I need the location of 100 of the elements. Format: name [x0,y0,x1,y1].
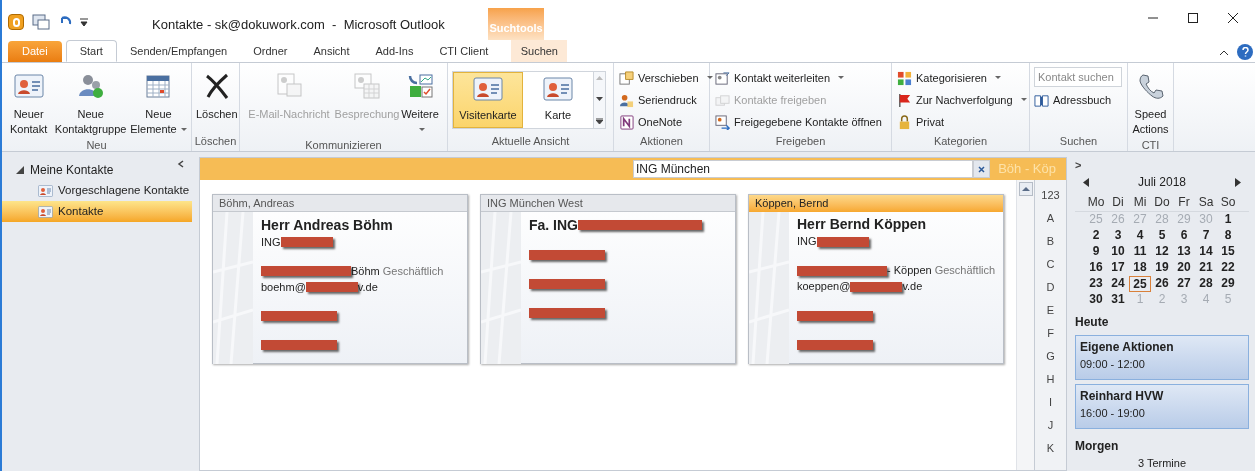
outlook-logo-icon[interactable] [8,14,24,30]
calendar-day[interactable]: 2 [1085,228,1107,244]
gallery-scroll[interactable] [593,72,605,128]
ribbon-small-button[interactable]: Seriendruck [619,89,713,111]
ribbon-small-button[interactable]: Kontakt weiterleiten [715,67,882,89]
ribbon-small-button[interactable]: Adressbuch [1034,89,1122,111]
ribbon-large-button[interactable]: Löschen [196,67,238,133]
calendar-day[interactable]: 25 [1129,276,1151,292]
ribbon-tab[interactable]: Ansicht [300,40,363,62]
index-letter[interactable]: J [1047,414,1054,437]
index-letter[interactable]: K [1046,437,1055,460]
ribbon-tab[interactable]: Suchen [511,40,568,62]
send-receive-icon[interactable] [32,14,50,30]
close-icon[interactable] [1227,12,1239,24]
calendar-day[interactable]: 20 [1173,260,1195,276]
ribbon-small-button[interactable]: Freigegebene Kontakte öffnen [715,111,882,133]
ribbon-small-button[interactable]: Zur Nachverfolgung [897,89,1027,111]
contact-mail-icon [275,72,303,100]
calendar-day[interactable]: 15 [1217,244,1239,260]
maximize-icon[interactable] [1187,12,1199,24]
index-letter[interactable]: 123 [1041,184,1060,207]
ribbon-small-button[interactable]: OneNote [619,111,713,133]
ribbon-large-button[interactable]: Weitere [400,67,440,137]
folder-tree-item[interactable]: Meine Kontakte [2,159,192,180]
calendar-day[interactable]: 12 [1151,244,1173,260]
ribbon-small-button[interactable]: Privat [897,111,1027,133]
contact-search-field[interactable]: ING München [633,160,973,178]
scroll-up-icon[interactable] [1018,182,1033,196]
index-letter[interactable]: C [1046,253,1055,276]
field-label: Geschäftlich [382,263,444,279]
calendar-day[interactable]: 23 [1085,276,1107,292]
calendar-day[interactable]: 9 [1085,244,1107,260]
ribbon-group-label: Neu [85,138,108,153]
index-letter[interactable]: E [1046,299,1055,322]
calendar-day[interactable]: 19 [1151,260,1173,276]
contact-name: Herr Bernd Köppen [797,215,927,234]
scrollbar[interactable] [1016,180,1034,470]
calendar-day[interactable]: 28 [1195,276,1217,292]
ribbon-tab[interactable]: Start [65,40,117,62]
calendar-day[interactable]: 31 [1107,292,1129,308]
appointment-title: Eigene Aktionen [1080,339,1175,356]
phone-chart-icon [406,72,434,100]
index-letter[interactable]: F [1047,322,1054,345]
calendar-day[interactable]: 16 [1085,260,1107,276]
calendar-day[interactable]: 21 [1195,260,1217,276]
business-card[interactable]: ING München West Fa. ING [480,194,736,364]
calendar-day[interactable]: 24 [1107,276,1129,292]
index-letter[interactable]: I [1048,391,1053,414]
ribbon-large-button[interactable]: Neue Elemente [129,67,187,137]
business-card[interactable]: Böhm, Andreas Herr Andreas Böhm ING Böhm Geschäftlich boehm@ v.de [212,194,468,364]
collapse-pane-icon[interactable] [177,160,184,168]
help-icon[interactable] [1237,44,1253,60]
calendar-day[interactable]: 6 [1173,228,1195,244]
calendar-day[interactable]: 22 [1217,260,1239,276]
contact-search-field[interactable]: Kontakt suchen [1034,67,1122,87]
calendar-day[interactable]: 3 [1107,228,1129,244]
clear-search-button[interactable] [973,160,990,178]
calendar-day[interactable]: 18 [1129,260,1151,276]
calendar-day[interactable]: 30 [1085,292,1107,308]
ribbon-large-button[interactable]: Neuer Kontakt [6,67,52,137]
calendar-day[interactable]: 17 [1107,260,1129,276]
calendar-day[interactable]: 11 [1129,244,1151,260]
ribbon-large-button[interactable]: Neue Kontaktgruppe [51,67,130,137]
customize-caret-icon[interactable] [80,17,88,27]
view-gallery-item[interactable]: Visitenkarte [453,72,523,128]
calendar-day[interactable]: 14 [1195,244,1217,260]
calendar-day[interactable]: 10 [1107,244,1129,260]
calendar-day[interactable]: 27 [1173,276,1195,292]
ribbon-small-button[interactable]: Kategorisieren [897,67,1027,89]
ribbon-small-button[interactable]: Verschieben [619,67,713,89]
calendar-day[interactable]: 4 [1129,228,1151,244]
calendar-day[interactable]: 13 [1173,244,1195,260]
calendar-day[interactable]: 29 [1217,276,1239,292]
collapse-ribbon-icon[interactable] [1219,48,1229,56]
index-letter[interactable]: B [1046,230,1055,253]
calendar-day[interactable]: 1 [1217,212,1239,228]
index-letter[interactable]: A [1046,207,1055,230]
ribbon-large-button[interactable]: Speed Actions [1132,67,1169,137]
expand-button[interactable]: > [1075,159,1082,171]
business-card[interactable]: Köppen, Bernd Herr Bernd Köppen ING - Köppen Geschäftlich koeppen@ v.de [748,194,1004,364]
index-letter[interactable]: D [1046,276,1055,299]
appointment-card[interactable]: Eigene Aktionen 09:00 - 12:00 [1075,335,1249,380]
ribbon-tab[interactable]: Add-Ins [362,40,427,62]
index-letter[interactable]: G [1046,345,1055,368]
appointment-card[interactable]: Reinhard HVW 16:00 - 19:00 [1075,383,1249,429]
weekday-label: Do [1153,194,1171,211]
previous-month-icon[interactable] [1083,177,1089,187]
ribbon-tab[interactable]: Ordner [240,40,301,62]
folder-tree-item[interactable]: Kontakte [2,201,192,222]
calendar-day[interactable]: 8 [1217,228,1239,244]
calendar-day[interactable]: 26 [1151,276,1173,292]
close-icon [978,165,985,173]
ribbon-tab[interactable]: Senden/Empfangen [116,40,241,62]
index-letter[interactable]: H [1046,368,1055,391]
next-month-icon[interactable] [1235,177,1241,187]
view-gallery-item[interactable]: Karte [523,72,593,128]
folder-tree-item[interactable]: Vorgeschlagene Kontakte [2,180,192,201]
ribbon-tab[interactable]: CTI Client [426,40,502,62]
calendar-day[interactable]: 7 [1195,228,1217,244]
calendar-day[interactable]: 5 [1151,228,1173,244]
